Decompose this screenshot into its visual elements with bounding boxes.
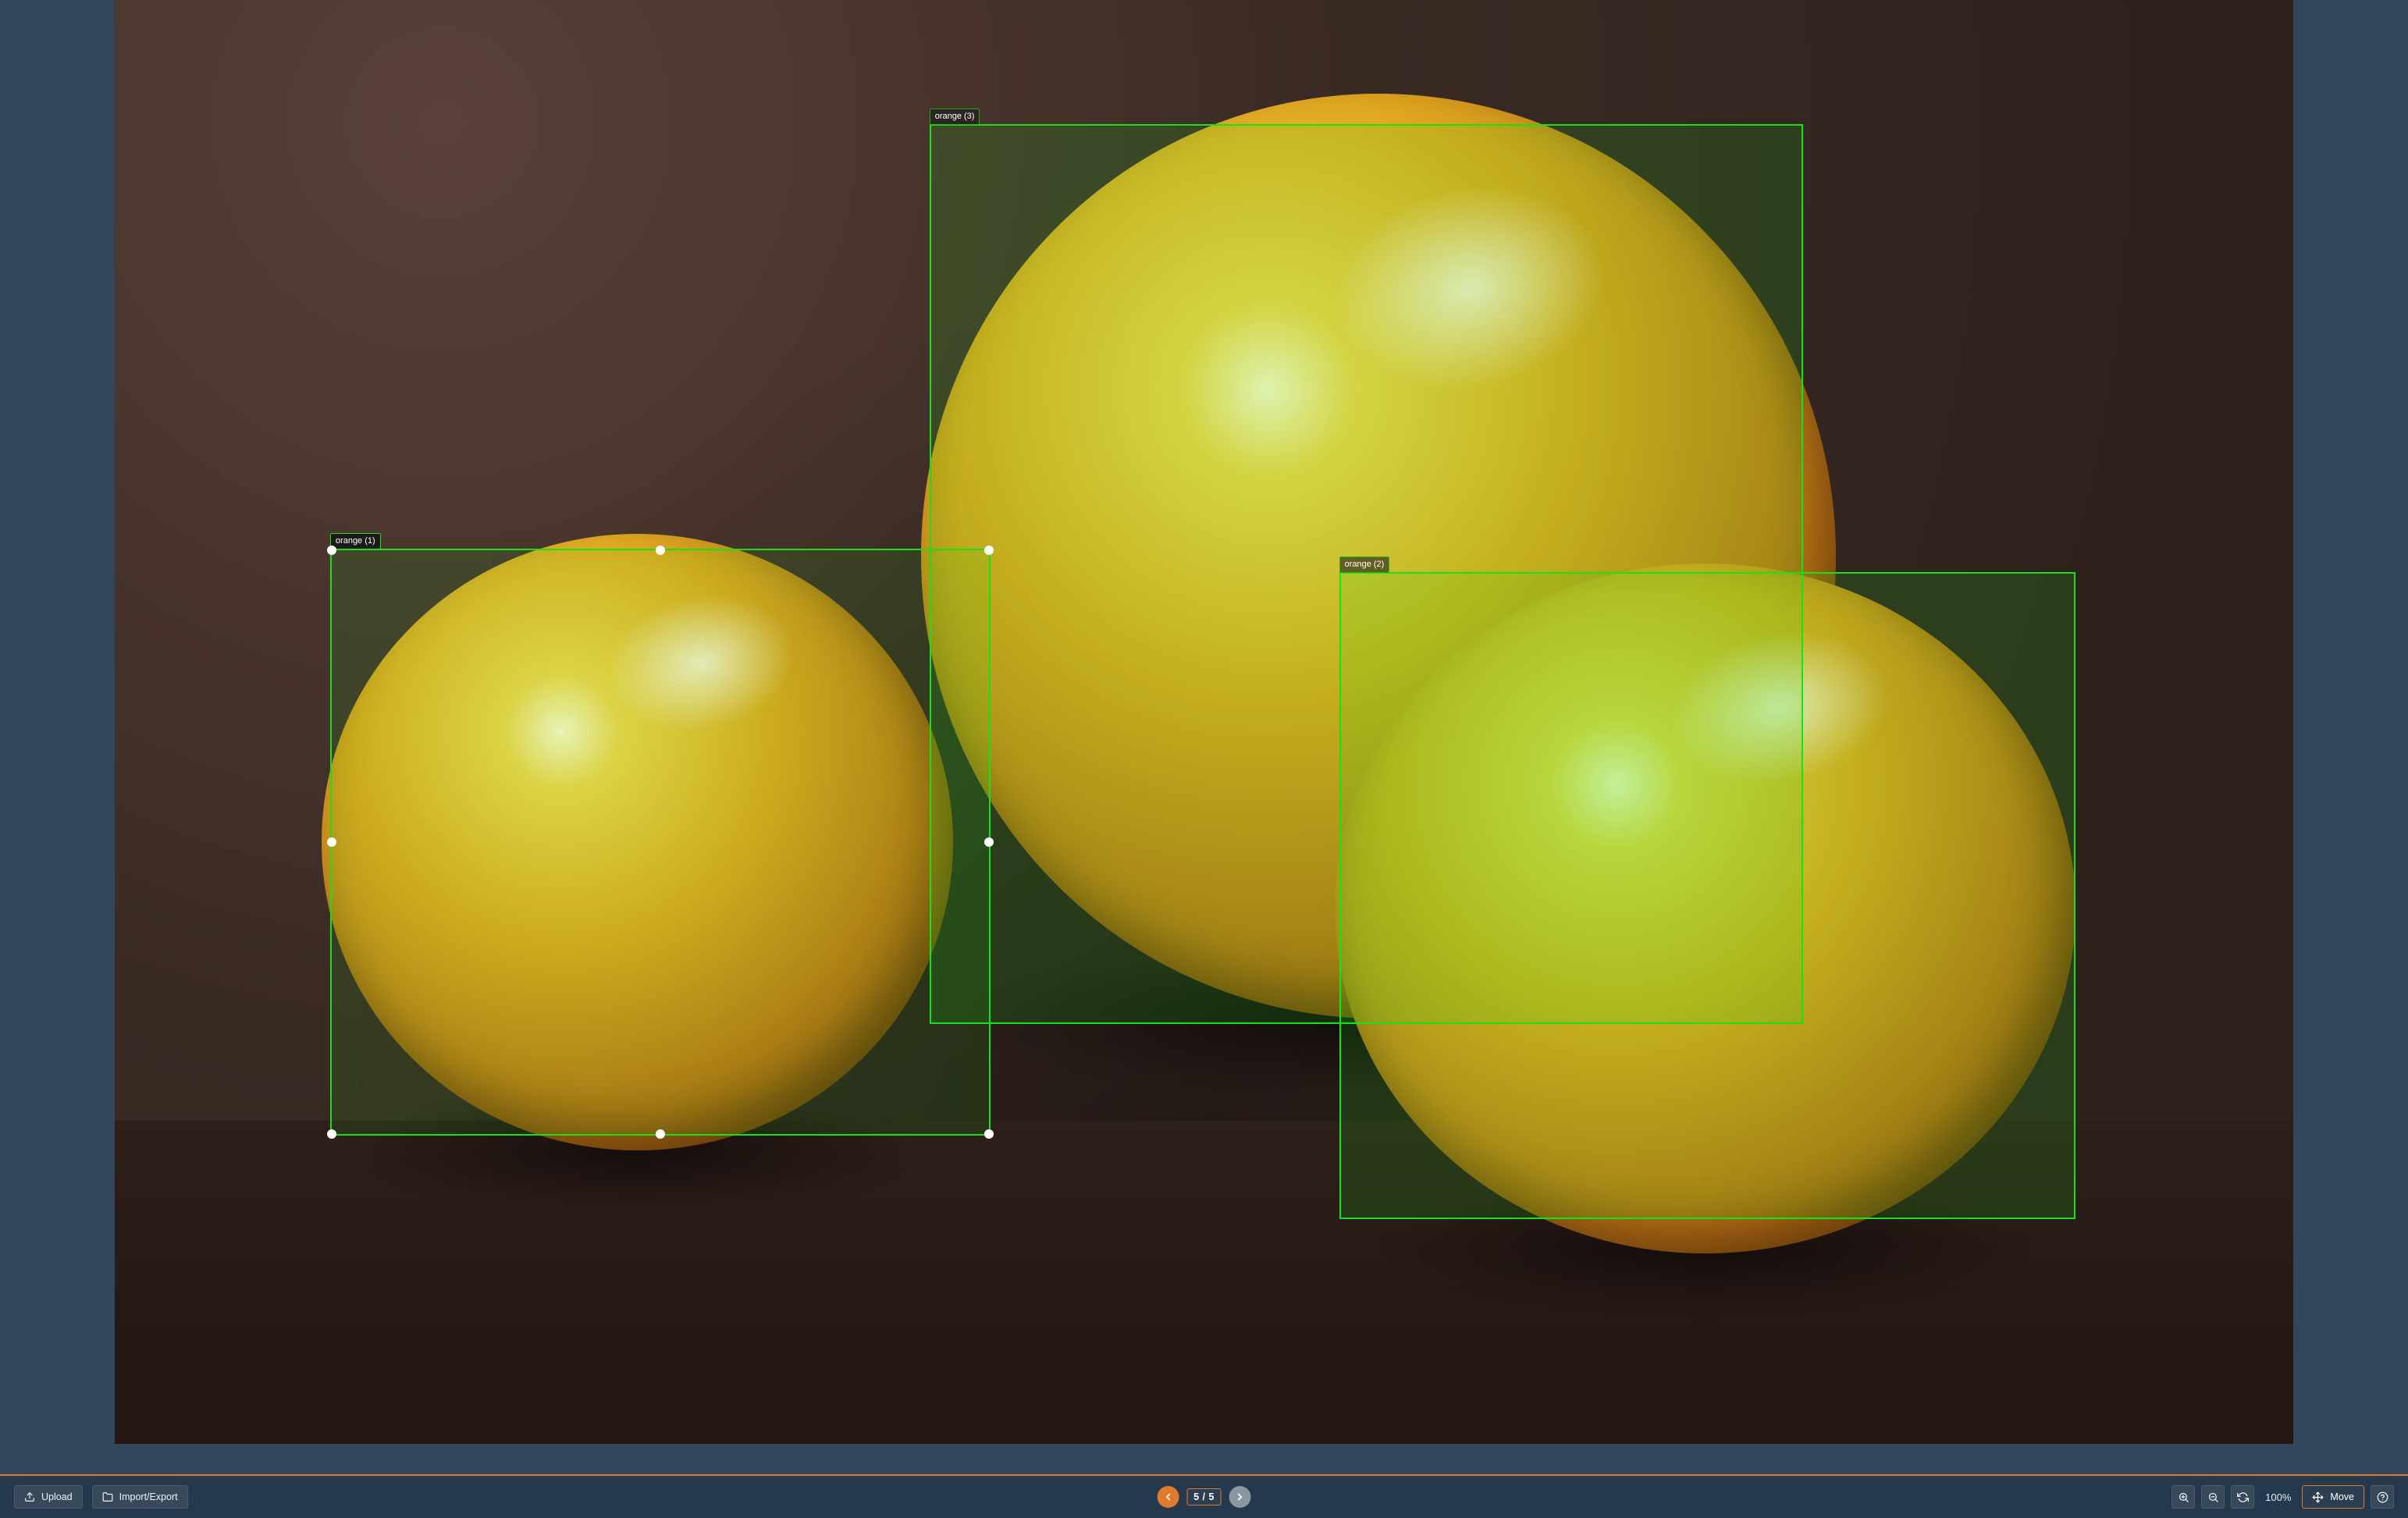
refresh-icon <box>2237 1491 2249 1503</box>
move-tool-label: Move <box>2330 1491 2354 1502</box>
app-root: orange (3) orange (2) orange (1) <box>0 0 2408 1518</box>
help-button[interactable] <box>2371 1485 2394 1509</box>
upload-button[interactable]: Upload <box>14 1485 83 1509</box>
image-stage[interactable]: orange (3) orange (2) orange (1) <box>115 0 2294 1444</box>
canvas-area[interactable]: orange (3) orange (2) orange (1) <box>0 0 2408 1474</box>
bounding-box-orange-1[interactable]: orange (1) <box>330 549 991 1136</box>
zoom-out-button[interactable] <box>2201 1485 2225 1509</box>
zoom-in-button[interactable] <box>2171 1485 2195 1509</box>
page-navigator: 5 / 5 <box>1157 1486 1251 1508</box>
resize-handle-top-left[interactable] <box>327 546 336 555</box>
chevron-left-icon <box>1162 1491 1173 1502</box>
resize-handle-bottom-center[interactable] <box>656 1129 665 1139</box>
import-export-button-label: Import/Export <box>119 1491 178 1502</box>
bounding-box-label: orange (2) <box>1339 556 1390 573</box>
resize-handle-bottom-right[interactable] <box>984 1129 994 1139</box>
resize-handle-top-center[interactable] <box>656 546 665 555</box>
resize-handle-mid-right[interactable] <box>984 837 994 847</box>
upload-icon <box>24 1491 35 1502</box>
upload-button-label: Upload <box>41 1491 73 1502</box>
zoom-level-readout: 100% <box>2260 1491 2296 1503</box>
reset-zoom-button[interactable] <box>2231 1485 2254 1509</box>
chevron-right-icon <box>1235 1491 1246 1502</box>
zoom-out-icon <box>2207 1491 2219 1503</box>
move-tool-button[interactable]: Move <box>2302 1485 2364 1509</box>
page-counter[interactable]: 5 / 5 <box>1186 1488 1222 1506</box>
import-export-button[interactable]: Import/Export <box>92 1485 188 1509</box>
bounding-box-label: orange (3) <box>930 108 980 125</box>
right-tools: 100% Move <box>2171 1485 2394 1509</box>
resize-handle-top-right[interactable] <box>984 546 994 555</box>
next-image-button[interactable] <box>1229 1486 1251 1508</box>
help-icon <box>2377 1491 2388 1503</box>
folder-icon <box>102 1491 113 1502</box>
prev-image-button[interactable] <box>1157 1486 1179 1508</box>
bounding-box-label: orange (1) <box>330 533 381 549</box>
bottom-toolbar: Upload Import/Export 5 / 5 <box>0 1474 2408 1518</box>
zoom-in-icon <box>2178 1491 2189 1503</box>
move-icon <box>2312 1491 2324 1503</box>
bounding-box-orange-2[interactable]: orange (2) <box>1339 572 2076 1220</box>
resize-handle-bottom-left[interactable] <box>327 1129 336 1139</box>
resize-handle-mid-left[interactable] <box>327 837 336 847</box>
